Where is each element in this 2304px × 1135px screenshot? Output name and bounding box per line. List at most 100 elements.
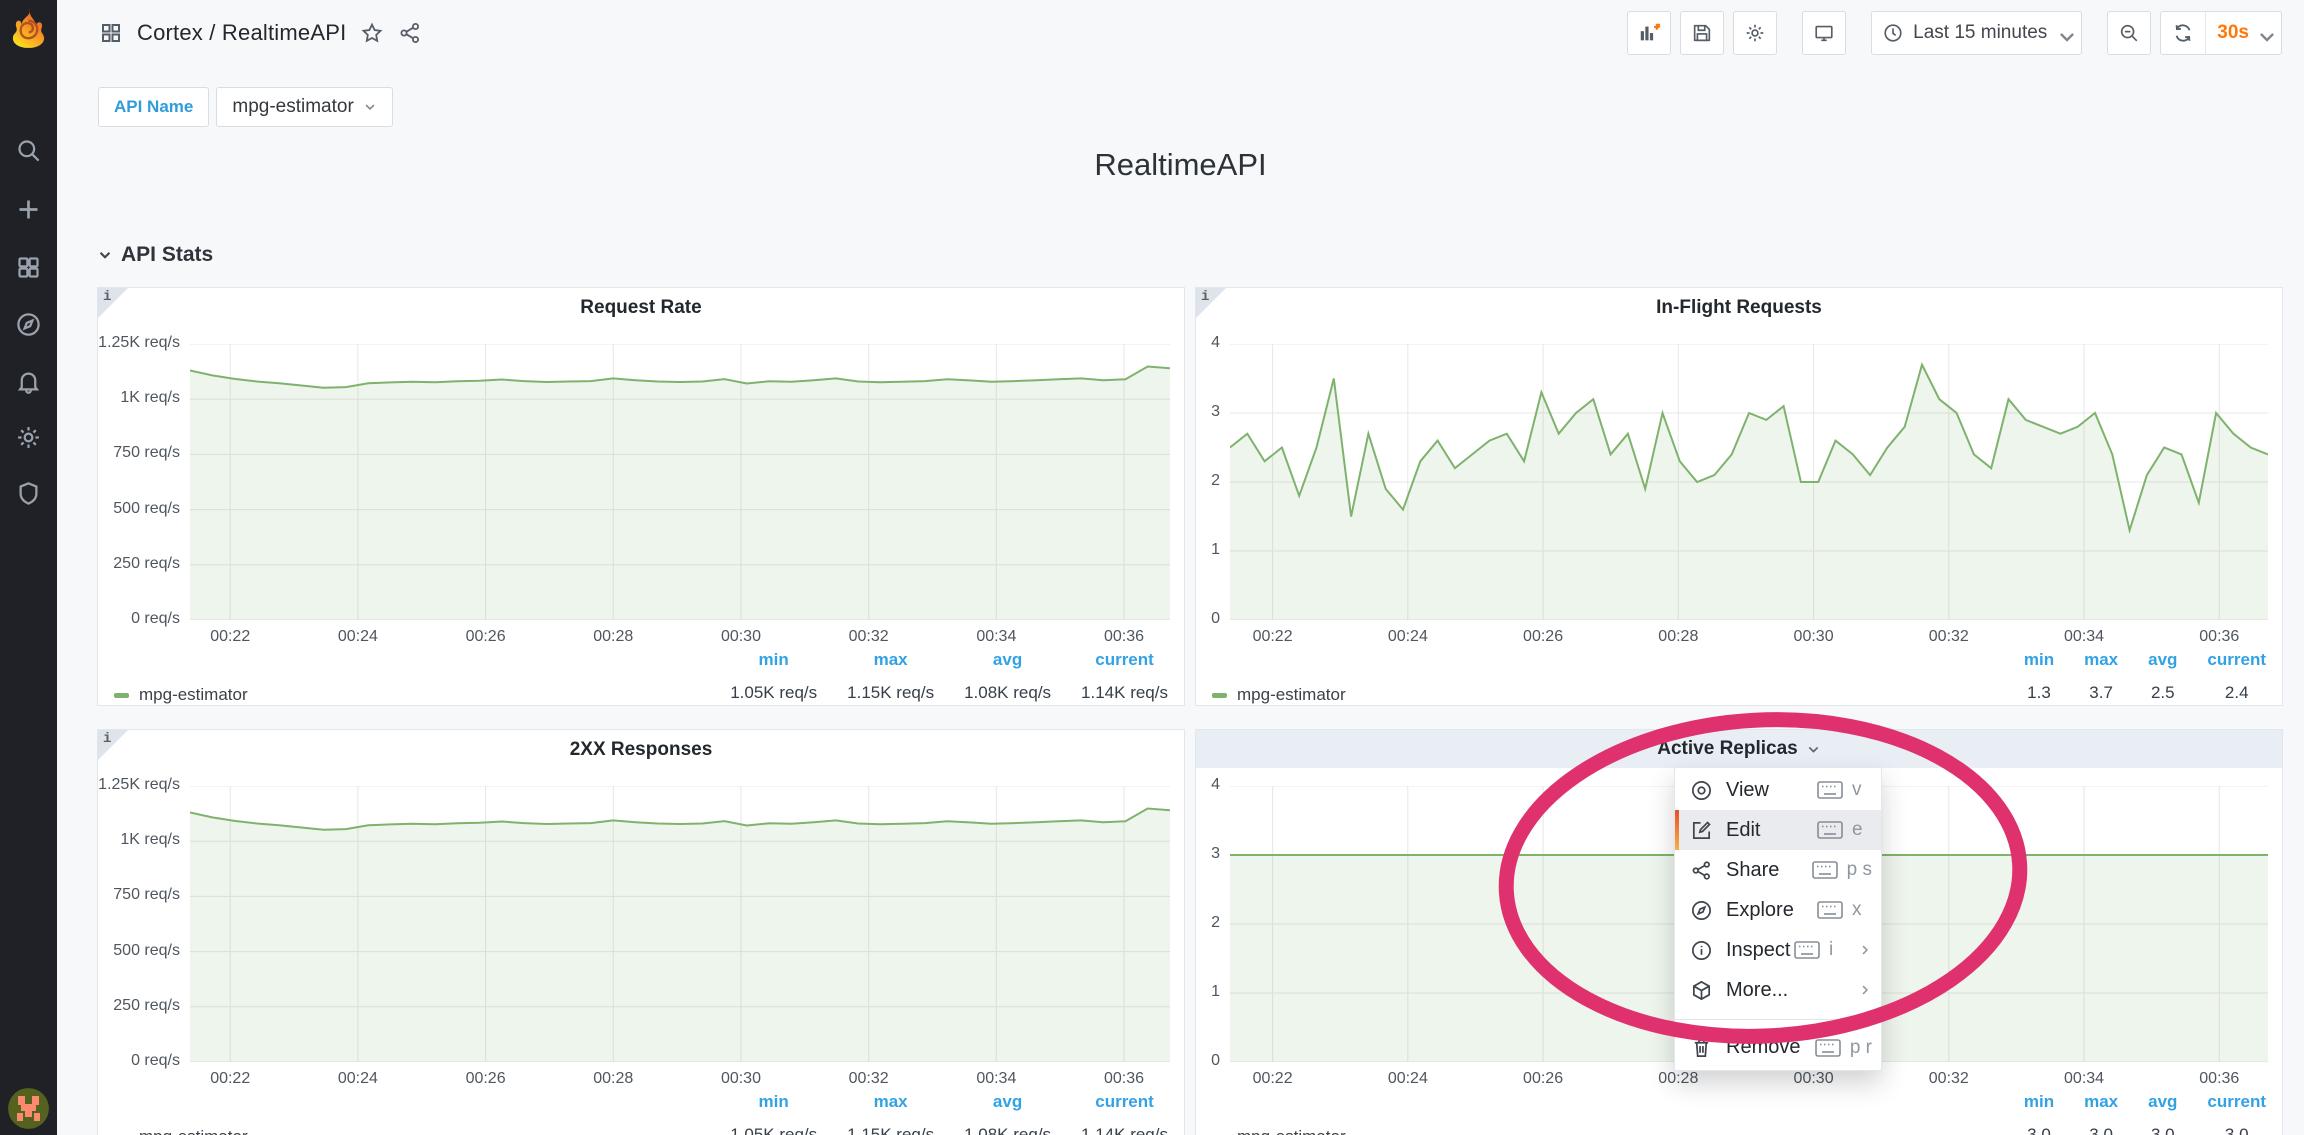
star-icon[interactable] <box>360 21 384 45</box>
sidebar-item-dashboards[interactable] <box>15 254 42 281</box>
y-axis-tick-label: 0 <box>1196 610 1220 628</box>
x-axis-tick-label: 00:24 <box>1368 628 1448 646</box>
stat-header-avg[interactable]: avg <box>2148 650 2177 670</box>
panel-title: Active Replicas <box>1657 738 1797 760</box>
variable-label: API Name <box>114 97 193 117</box>
row-header-api-stats[interactable]: API Stats <box>97 243 213 267</box>
stat-value-avg: 1.08K req/s <box>964 1125 1051 1135</box>
stat-header-max[interactable]: max <box>847 1092 934 1112</box>
dashboard-header: Cortex / RealtimeAPI <box>57 0 2304 66</box>
y-axis-tick-label: 250 req/s <box>98 555 180 573</box>
menu-item-more[interactable]: More... <box>1675 970 1881 1010</box>
y-axis-tick-label: 1K req/s <box>98 831 180 849</box>
menu-item-share[interactable]: Share p s <box>1675 850 1881 890</box>
legend-stats: min max avg current 1.05K req/s 1.15K re… <box>730 650 1168 703</box>
dashboard-title: RealtimeAPI <box>57 147 2304 183</box>
x-axis-tick-label: 00:26 <box>1503 628 1583 646</box>
y-axis-tick-label: 1 <box>1196 541 1220 559</box>
stat-header-avg[interactable]: avg <box>964 1092 1051 1112</box>
stat-value-max: 1.15K req/s <box>847 1125 934 1135</box>
y-axis-tick-label: 750 req/s <box>98 444 180 462</box>
stat-header-current[interactable]: current <box>2207 650 2266 670</box>
legend-series-name[interactable]: mpg-estimator <box>139 685 248 705</box>
menu-item-inspect[interactable]: Inspect i <box>1675 930 1881 970</box>
y-axis-tick-label: 1.25K req/s <box>98 334 180 352</box>
zoom-out-time-button[interactable] <box>2107 11 2151 55</box>
keyboard-icon <box>1812 861 1838 879</box>
x-axis-tick-label: 00:32 <box>1909 628 1989 646</box>
legend-series-name[interactable]: mpg-estimator <box>139 1127 248 1135</box>
menu-item-remove[interactable]: Remove p r <box>1675 1019 1881 1068</box>
refresh-interval-dropdown[interactable]: 30s <box>2205 12 2281 54</box>
x-axis-tick-label: 00:26 <box>446 628 526 646</box>
keyboard-icon <box>1817 901 1843 919</box>
variable-value-dropdown[interactable]: mpg-estimator <box>216 87 392 127</box>
add-panel-button[interactable] <box>1627 11 1671 55</box>
y-axis-tick-label: 0 <box>1196 1052 1220 1070</box>
share-icon[interactable] <box>398 21 422 45</box>
sidebar-item-search[interactable] <box>15 137 42 164</box>
legend: mpg-estimator <box>114 1127 248 1135</box>
x-axis-tick-label: 00:32 <box>829 628 909 646</box>
grafana-dashboard: Cortex / RealtimeAPI <box>0 0 2304 1135</box>
sidebar-item-alerting[interactable] <box>15 368 42 395</box>
panel-title[interactable]: 2XX Responses <box>98 739 1184 761</box>
sidebar-item-server-admin[interactable] <box>15 480 42 507</box>
chevron-down-icon <box>363 100 377 114</box>
y-axis-tick-label: 750 req/s <box>98 886 180 904</box>
stat-header-current[interactable]: current <box>1081 650 1168 670</box>
x-axis-tick-label: 00:22 <box>190 628 270 646</box>
stat-header-min[interactable]: min <box>730 1092 817 1112</box>
stat-header-max[interactable]: max <box>2084 1092 2118 1112</box>
dashboard-settings-button[interactable] <box>1733 11 1777 55</box>
legend-series-name[interactable]: mpg-estimator <box>1237 1127 1346 1135</box>
x-axis-tick-label: 00:34 <box>956 1070 1036 1088</box>
2xx-responses-chart[interactable] <box>190 786 1170 1062</box>
sidebar-item-configuration[interactable] <box>15 424 42 451</box>
stat-header-avg[interactable]: avg <box>964 650 1051 670</box>
stat-header-max[interactable]: max <box>847 650 934 670</box>
stat-header-min[interactable]: min <box>730 650 817 670</box>
y-axis-tick-label: 2 <box>1196 914 1220 932</box>
breadcrumb-title[interactable]: Cortex / RealtimeAPI <box>137 20 346 46</box>
stat-header-avg[interactable]: avg <box>2148 1092 2177 1112</box>
stat-header-max[interactable]: max <box>2084 650 2118 670</box>
stat-header-min[interactable]: min <box>2024 1092 2054 1112</box>
sidebar-item-explore[interactable] <box>15 311 42 338</box>
menu-item-view[interactable]: View v <box>1675 770 1881 810</box>
menu-item-edit[interactable]: Edit e <box>1675 810 1881 850</box>
legend-series-name[interactable]: mpg-estimator <box>1237 685 1346 705</box>
stat-value-max: 3.7 <box>2084 683 2118 703</box>
save-dashboard-button[interactable] <box>1680 11 1724 55</box>
menu-item-explore[interactable]: Explore x <box>1675 890 1881 930</box>
y-axis-tick-label: 3 <box>1196 403 1220 421</box>
panel-title[interactable]: Request Rate <box>98 297 1184 319</box>
stat-header-current[interactable]: current <box>1081 1092 1168 1112</box>
in-flight-requests-chart[interactable] <box>1230 344 2268 620</box>
refresh-button[interactable] <box>2161 12 2205 54</box>
x-axis-tick-label: 00:34 <box>956 628 1036 646</box>
refresh-picker: 30s <box>2160 11 2282 55</box>
legend: mpg-estimator <box>114 685 248 705</box>
x-axis-tick-label: 00:32 <box>829 1070 909 1088</box>
sidebar-item-create[interactable] <box>15 196 42 223</box>
panel-2xx-responses: i 2XX Responses mpg-estimator min max av… <box>97 729 1185 1135</box>
stat-header-min[interactable]: min <box>2024 650 2054 670</box>
panel-header-menu-open[interactable]: Active Replicas <box>1196 730 2282 768</box>
x-axis-tick-label: 00:36 <box>2179 628 2259 646</box>
y-axis-tick-label: 3 <box>1196 845 1220 863</box>
panel-title[interactable]: In-Flight Requests <box>1196 297 2282 319</box>
cycle-view-mode-button[interactable] <box>1802 11 1846 55</box>
grafana-logo-icon[interactable] <box>9 7 48 49</box>
eye-icon <box>1690 779 1713 802</box>
user-avatar[interactable] <box>8 1088 49 1129</box>
stat-header-current[interactable]: current <box>2207 1092 2266 1112</box>
x-axis-tick-label: 00:28 <box>1638 628 1718 646</box>
time-range-picker[interactable]: Last 15 minutes <box>1871 11 2082 55</box>
refresh-interval-label: 30s <box>2217 22 2249 44</box>
x-axis-tick-label: 00:36 <box>2179 1070 2259 1088</box>
request-rate-chart[interactable] <box>190 344 1170 620</box>
time-range-label: Last 15 minutes <box>1913 22 2047 44</box>
legend-stats: min max avg current 1.05K req/s 1.15K re… <box>730 1092 1168 1135</box>
stat-value-max: 1.15K req/s <box>847 683 934 703</box>
